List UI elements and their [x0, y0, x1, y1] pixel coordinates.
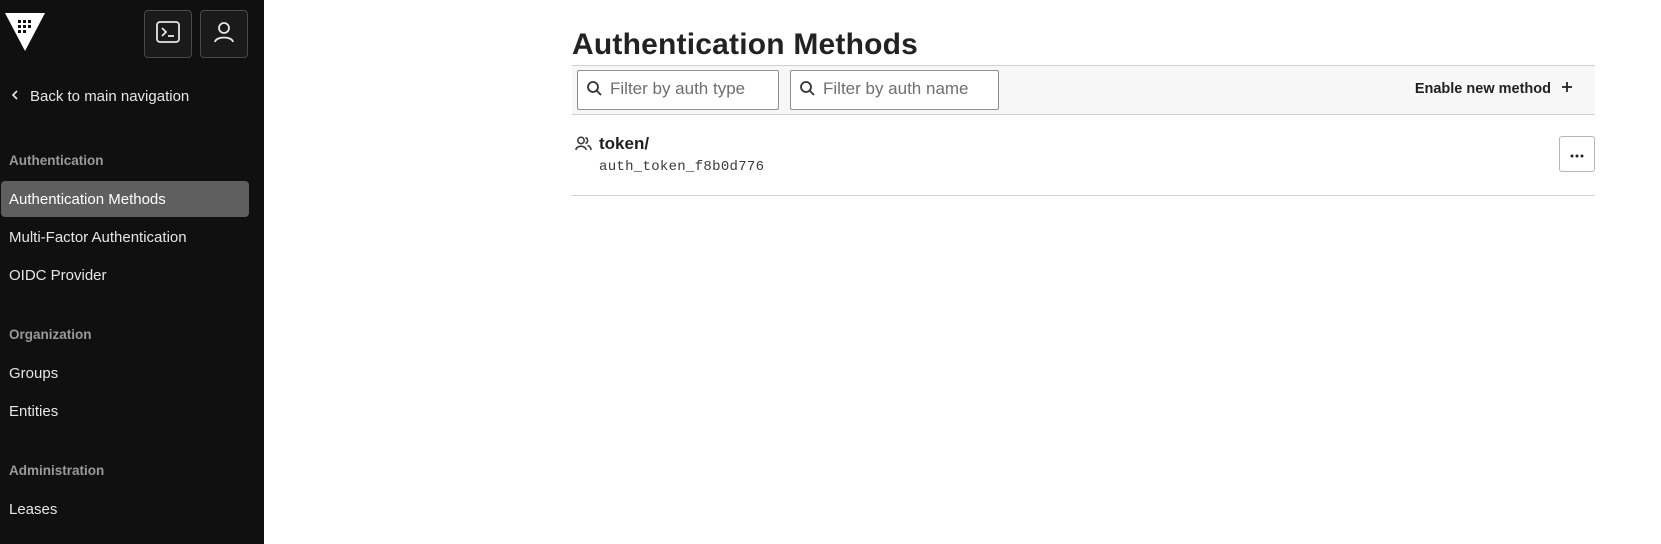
auth-method-path[interactable]: token/: [599, 134, 649, 154]
search-icon: [799, 80, 816, 102]
more-options-button[interactable]: [1559, 136, 1595, 172]
filter-auth-type-input[interactable]: [610, 79, 770, 99]
sidebar-item-multi-factor-authentication[interactable]: Multi-Factor Authentication: [1, 219, 249, 255]
auth-method-accessor: auth_token_f8b0d776: [599, 159, 765, 175]
sidebar-item-authentication-methods[interactable]: Authentication Methods: [1, 181, 249, 217]
ellipsis-icon: [1570, 145, 1584, 163]
toolbar: Enable new method: [572, 65, 1595, 115]
users-icon: [575, 136, 592, 156]
search-icon: [586, 80, 603, 102]
filter-auth-type[interactable]: [577, 70, 779, 110]
back-label: Back to main navigation: [30, 88, 190, 105]
user-icon: [213, 21, 235, 48]
section-title-administration: Administration: [9, 463, 105, 478]
sidebar-item-entities[interactable]: Entities: [1, 393, 249, 429]
enable-new-method-label: Enable new method: [1414, 81, 1551, 97]
list-item[interactable]: token/ auth_token_f8b0d776: [572, 116, 1595, 196]
sidebar-item-oidc-provider[interactable]: OIDC Provider: [1, 257, 249, 293]
vault-logo-icon[interactable]: [5, 13, 45, 53]
sidebar: Back to main navigation Authentication A…: [0, 0, 264, 544]
plus-icon: [1561, 81, 1573, 97]
section-title-authentication: Authentication: [9, 153, 104, 168]
back-to-main-navigation-link[interactable]: Back to main navigation: [10, 88, 189, 105]
page-title: Authentication Methods: [572, 28, 919, 61]
sidebar-item-leases[interactable]: Leases: [1, 491, 249, 527]
filter-auth-name[interactable]: [790, 70, 999, 110]
sidebar-item-groups[interactable]: Groups: [1, 355, 249, 391]
terminal-icon: [156, 20, 180, 48]
section-title-organization: Organization: [9, 327, 92, 342]
filter-auth-name-input[interactable]: [823, 79, 983, 99]
enable-new-method-button[interactable]: Enable new method: [1415, 81, 1573, 97]
console-toggle-button[interactable]: [144, 10, 192, 58]
user-menu-button[interactable]: [200, 10, 248, 58]
chevron-left-icon: [10, 88, 20, 105]
